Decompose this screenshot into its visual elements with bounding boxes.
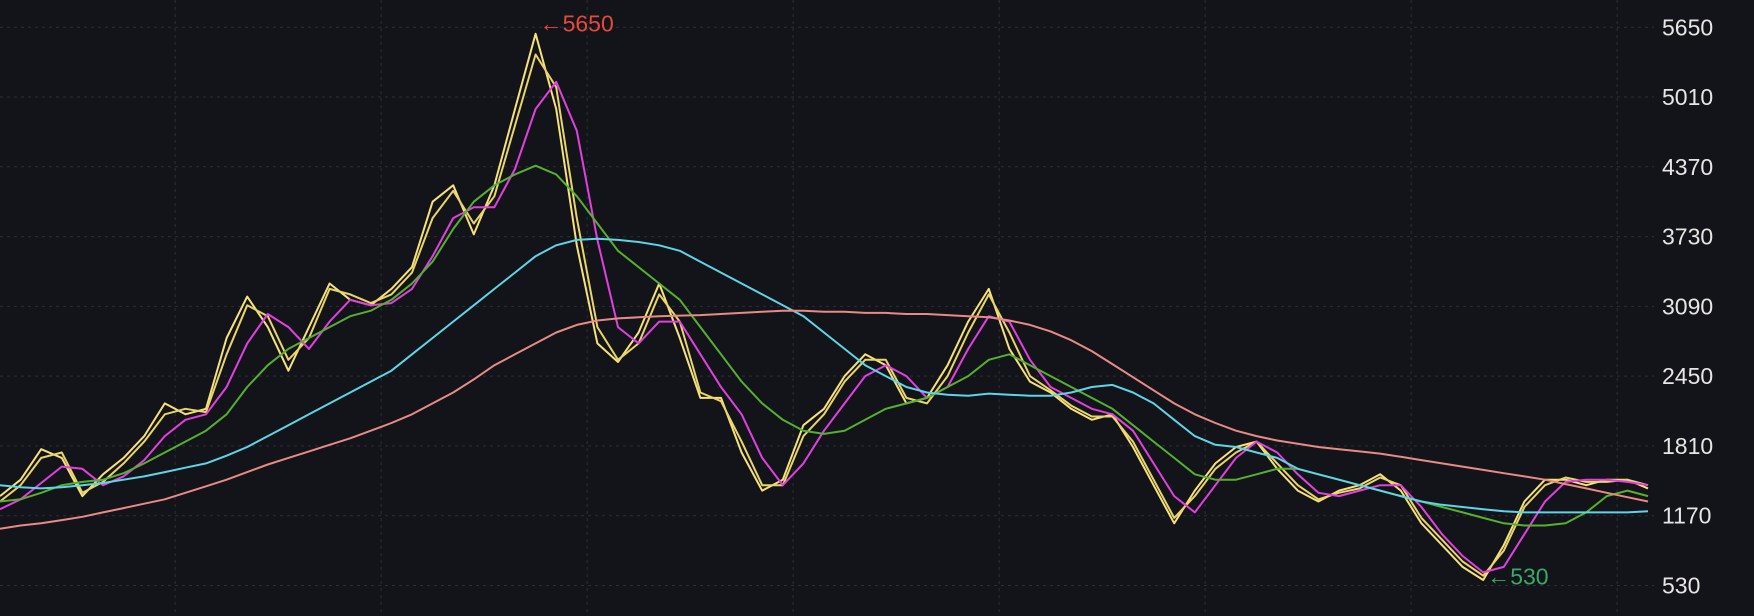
y-tick-label-1: 5010	[1662, 84, 1713, 110]
y-axis-ticks: 5650 5010 4370 3730 3090 2450 1810 1170 530	[1662, 14, 1713, 598]
plot-background	[0, 0, 1754, 616]
y-tick-label-4: 3090	[1662, 293, 1713, 319]
y-tick-label-5: 2450	[1662, 363, 1713, 389]
y-tick-label-6: 1810	[1662, 433, 1713, 459]
chart-svg: 5650 5010 4370 3730 3090 2450 1810 1170 530 ←565…	[0, 0, 1754, 616]
y-tick-label-3: 3730	[1662, 224, 1713, 250]
annotation-label-1: ←530	[1487, 563, 1548, 589]
annotation-label-0: ←5650	[540, 10, 614, 36]
y-tick-label-7: 1170	[1662, 503, 1711, 529]
y-tick-label-2: 4370	[1662, 154, 1713, 180]
price-chart: 5650 5010 4370 3730 3090 2450 1810 1170 530 ←565…	[0, 0, 1754, 616]
y-tick-label-0: 5650	[1662, 14, 1713, 40]
y-tick-label-8: 530	[1662, 572, 1700, 598]
